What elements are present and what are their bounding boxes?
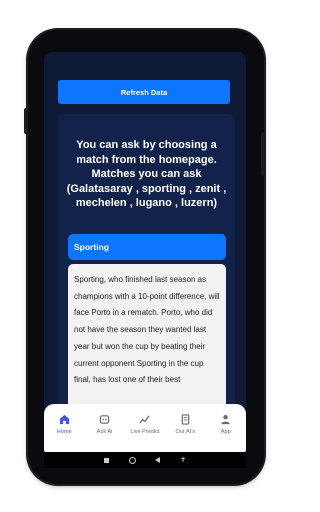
system-nav-bar: ✝ xyxy=(44,452,246,468)
tab-ask-ai[interactable]: Ask Ai xyxy=(86,414,124,435)
triangle-back-icon[interactable] xyxy=(155,457,161,463)
tab-home-label: Home xyxy=(56,429,72,435)
tab-our-ais[interactable]: Our AI's xyxy=(166,414,204,435)
selected-team-header[interactable]: Sporting xyxy=(68,234,226,260)
book-icon xyxy=(181,414,190,425)
ask-ai-icon xyxy=(99,415,110,424)
bottom-tab-bar: Home Ask Ai Live Predict Our AI's App xyxy=(44,404,246,452)
tab-our-ais-label: Our AI's xyxy=(175,429,196,435)
tab-app[interactable]: App xyxy=(207,414,245,435)
tab-app-label: App xyxy=(220,429,231,435)
tab-ask-ai-label: Ask Ai xyxy=(96,429,113,435)
live-predict-icon xyxy=(139,415,151,424)
accessibility-icon[interactable]: ✝ xyxy=(180,457,186,464)
instructions-headline: You can ask by choosing a match from the… xyxy=(66,139,227,209)
answer-text: Sporting, who finished last season as ch… xyxy=(74,275,220,385)
volume-button xyxy=(24,108,28,134)
app-screen: Refresh Data You can ask by choosing a m… xyxy=(44,52,246,452)
answer-panel[interactable]: Sporting, who finished last season as ch… xyxy=(68,264,226,424)
tab-home[interactable]: Home xyxy=(45,414,83,435)
power-button xyxy=(261,132,265,176)
tab-live-predict[interactable]: Live Predict xyxy=(126,414,164,435)
square-icon[interactable] xyxy=(103,457,109,463)
home-icon xyxy=(59,414,69,425)
user-icon xyxy=(221,415,230,425)
tab-live-predict-label: Live Predict xyxy=(130,429,160,435)
circle-icon[interactable] xyxy=(128,456,136,464)
refresh-data-button[interactable]: Refresh Data xyxy=(58,80,230,104)
